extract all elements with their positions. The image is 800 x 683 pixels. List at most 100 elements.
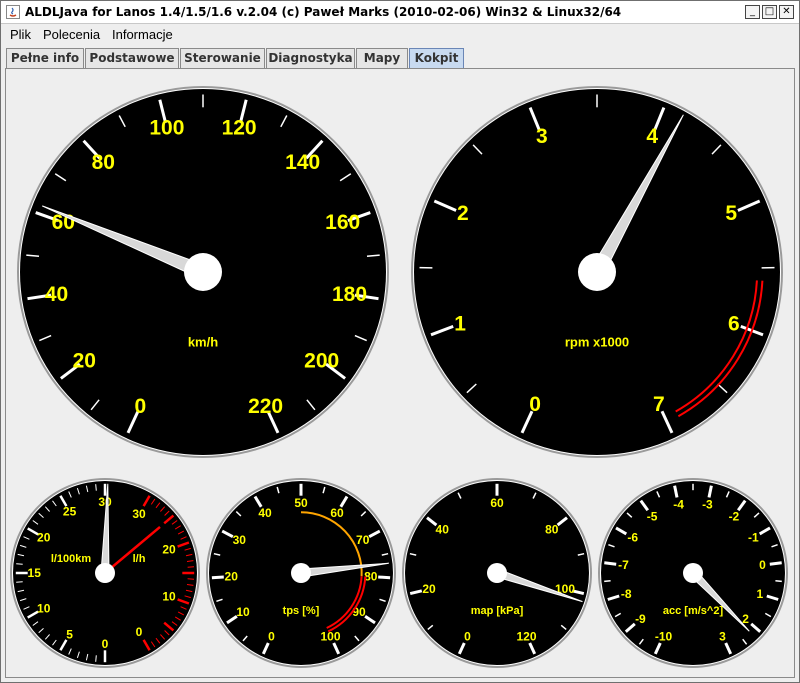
speedometer-gauge-unit: km/h	[188, 335, 218, 350]
speedometer-gauge-label: 140	[285, 151, 320, 174]
gauge-tick	[95, 484, 97, 491]
minimize-button[interactable]: _	[745, 5, 760, 19]
tps-gauge-label: 40	[258, 506, 272, 520]
tps-gauge: 0102030405060708090100tps [%]	[206, 478, 396, 668]
menu-informacje[interactable]: Informacje	[112, 27, 173, 42]
window-title: ALDLJava for Lanos 1.4/1.5/1.6 v.2.04 (c…	[25, 5, 622, 19]
gauge-tick	[769, 561, 782, 566]
speedometer-gauge-label: 120	[222, 117, 257, 140]
map-gauge-label: 120	[516, 629, 536, 643]
gauge-tick	[775, 580, 782, 583]
tachometer-gauge-label: 6	[728, 312, 740, 335]
acc-gauge-label: -7	[618, 558, 629, 572]
tachometer-gauge: 0 1 2 3 4 5 6 7 rpm x1000	[411, 86, 783, 458]
fuel-gauge-unit-right: l/h	[133, 553, 146, 565]
map-gauge-label: 60	[490, 496, 504, 510]
acc-gauge-label: -2	[729, 509, 740, 523]
speedometer-gauge-label: 100	[149, 117, 184, 140]
fuel-gauge-left-label: 10	[37, 601, 51, 615]
java-app-icon	[6, 5, 20, 19]
menu-plik[interactable]: Plik	[10, 27, 31, 42]
speedometer-gauge-label: 200	[304, 349, 339, 372]
acc-gauge: -10-9-8-7-6-5-4 -3-2-10123acc [m/s^2]	[598, 478, 788, 668]
fuel-gauge-right-label: 10	[162, 589, 176, 603]
fuel-gauge-left-label: 30	[98, 495, 112, 509]
gauge-tick	[604, 580, 611, 583]
kokpit-panel: 0 20 40 60 80 100 120 140 160 180 200 220 km/h 0 1 2 3 4 5…	[5, 68, 795, 678]
acc-gauge-label: 1	[756, 587, 763, 601]
fuel-gauge-left-label: 15	[28, 566, 42, 580]
map-gauge-label: 40	[436, 523, 450, 537]
maximize-button[interactable]: □	[762, 5, 777, 19]
tab-mapy[interactable]: Mapy	[356, 48, 408, 68]
tps-gauge-label: 70	[356, 533, 370, 547]
acc-gauge-label: -6	[627, 531, 638, 545]
acc-gauge-label: -8	[621, 587, 632, 601]
map-gauge-label: 0	[464, 629, 471, 643]
fuel-gauge-left-label: 0	[102, 637, 109, 651]
fuel-gauge-right-label: 30	[132, 507, 146, 521]
speedometer-gauge-label: 80	[92, 151, 115, 174]
tachometer-gauge-unit: rpm x1000	[565, 335, 629, 350]
tab-podstawowe[interactable]: Podstawowe	[85, 48, 179, 68]
tachometer-gauge-label: 1	[454, 312, 466, 335]
close-button[interactable]: ✕	[779, 5, 794, 19]
acc-gauge-label: -9	[635, 612, 646, 626]
tps-gauge-label: 0	[268, 629, 275, 643]
speedometer-gauge-label: 20	[73, 349, 96, 372]
acc-gauge-label: 3	[719, 629, 726, 643]
tps-gauge-label: 90	[352, 605, 366, 619]
acc-gauge-unit: acc [m/s^2]	[663, 605, 724, 617]
fuel-gauge-unit-left: l/100km	[51, 553, 92, 565]
gauge-tick	[211, 575, 224, 580]
tab-kokpit[interactable]: Kokpit	[409, 48, 464, 68]
gauges-canvas: 020406080100 120140160180200220km/h0123 45…	[10, 86, 788, 668]
gauge-hub	[184, 253, 222, 291]
tps-gauge-label: 20	[225, 570, 239, 584]
tachometer-gauge-label: 3	[536, 125, 548, 148]
fuel-gauge-right-label: 0	[136, 625, 143, 639]
tab-pelne-info[interactable]: Pełne info	[6, 48, 84, 68]
fuel-gauge-left-label: 5	[66, 627, 73, 641]
acc-gauge-label: -5	[647, 509, 658, 523]
tab-sterowanie[interactable]: Sterowanie	[180, 48, 265, 68]
main-window: ALDLJava for Lanos 1.4/1.5/1.6 v.2.04 (c…	[0, 0, 800, 683]
map-gauge-label: 80	[545, 523, 559, 537]
gauge-hub	[95, 563, 115, 583]
gauge-tick	[378, 575, 391, 580]
acc-gauge-label: -3	[702, 498, 713, 512]
gauge-tick	[95, 655, 97, 662]
speedometer-gauge-label: 0	[135, 395, 147, 418]
fuel-gauge-left-label: 25	[63, 505, 77, 519]
speedometer-gauge-label: 220	[248, 395, 283, 418]
tachometer-gauge-label: 5	[725, 202, 737, 225]
tab-diagnostyka[interactable]: Diagnostyka	[266, 48, 355, 68]
map-gauge: 020406080100120map [kPa]	[402, 478, 592, 668]
speedometer-gauge-label: 40	[45, 283, 68, 306]
title-bar: ALDLJava for Lanos 1.4/1.5/1.6 v.2.04 (c…	[1, 1, 799, 24]
fuel-gauge: 0 5 10 15 20 25 30 0 10 20 30 l/100km l/h	[10, 478, 200, 668]
gauge-tick	[604, 561, 617, 566]
tachometer-gauge-label: 4	[646, 125, 658, 148]
tps-gauge-label: 10	[236, 605, 250, 619]
speedometer-gauge-label: 160	[325, 211, 360, 234]
tachometer-gauge-label: 7	[653, 393, 665, 416]
tps-gauge-label: 100	[320, 629, 340, 643]
acc-gauge-label: 0	[759, 558, 766, 572]
tps-gauge-label: 30	[233, 533, 247, 547]
gauge-hub	[578, 253, 616, 291]
tachometer-gauge-label: 0	[529, 393, 541, 416]
gauge-tick	[16, 563, 23, 565]
gauge-tick	[16, 581, 23, 583]
gauge-hub	[683, 563, 703, 583]
fuel-gauge-left-label: 20	[37, 531, 51, 545]
tps-gauge-unit: tps [%]	[283, 605, 320, 617]
acc-gauge-label: -10	[655, 629, 673, 643]
speedometer-gauge: 020406080100 120140160180200220km/h	[17, 86, 389, 458]
fuel-gauge-right-label: 20	[162, 543, 176, 557]
acc-gauge-label: -4	[673, 498, 684, 512]
gauge-hub	[487, 563, 507, 583]
menu-polecenia[interactable]: Polecenia	[43, 27, 100, 42]
tps-gauge-label: 60	[330, 506, 344, 520]
map-gauge-unit: map [kPa]	[471, 605, 524, 617]
